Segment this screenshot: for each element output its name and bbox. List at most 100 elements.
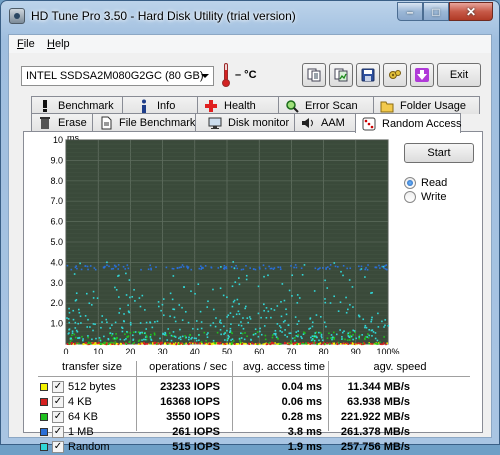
scatter-point bbox=[240, 268, 243, 271]
tab-random-access[interactable]: Random Access bbox=[355, 113, 461, 133]
scatter-point bbox=[211, 342, 213, 345]
series-checkbox[interactable]: ✓ bbox=[52, 381, 64, 393]
scatter-point bbox=[114, 286, 116, 289]
scatter-point bbox=[121, 327, 124, 329]
scatter-point bbox=[313, 339, 316, 342]
save-button[interactable] bbox=[356, 63, 380, 87]
series-checkbox[interactable]: ✓ bbox=[52, 411, 64, 423]
start-button[interactable]: Start bbox=[404, 143, 474, 163]
menu-file[interactable]: File bbox=[17, 38, 35, 50]
tab-benchmark[interactable]: Benchmark bbox=[31, 96, 123, 114]
series-checkbox[interactable]: ✓ bbox=[52, 396, 64, 408]
scatter-point bbox=[147, 268, 150, 271]
scatter-point bbox=[151, 326, 154, 329]
scatter-point bbox=[127, 267, 130, 270]
scatter-point bbox=[309, 327, 312, 330]
series-checkbox[interactable]: ✓ bbox=[52, 426, 64, 438]
copy-image-button[interactable] bbox=[329, 63, 353, 87]
access-time-cell: 1.9 ms bbox=[287, 441, 322, 453]
scatter-point bbox=[336, 343, 338, 345]
download-button[interactable] bbox=[410, 63, 434, 87]
minimize-button[interactable]: – bbox=[397, 2, 423, 21]
exit-button[interactable]: Exit bbox=[437, 63, 481, 87]
scatter-point bbox=[371, 335, 373, 337]
scatter-point bbox=[320, 333, 323, 336]
scatter-point bbox=[356, 342, 358, 345]
scatter-point bbox=[207, 332, 209, 334]
scatter-point bbox=[201, 266, 203, 269]
scatter-point bbox=[245, 274, 248, 277]
options-button[interactable] bbox=[383, 63, 407, 87]
scatter-point bbox=[215, 317, 217, 319]
x-tick-label: 30 bbox=[158, 347, 168, 354]
tab-disk-monitor[interactable]: Disk monitor bbox=[195, 113, 295, 131]
scatter-point bbox=[118, 312, 121, 314]
scatter-point bbox=[171, 342, 174, 345]
scatter-point bbox=[69, 340, 72, 343]
read-radio[interactable] bbox=[404, 177, 416, 189]
scatter-point bbox=[350, 342, 352, 345]
scatter-point bbox=[233, 267, 236, 270]
scatter-point bbox=[124, 268, 127, 270]
scatter-point bbox=[181, 335, 184, 338]
scatter-point bbox=[370, 343, 372, 345]
read-option[interactable]: Read bbox=[404, 177, 447, 189]
thermometer-icon bbox=[222, 63, 230, 87]
scatter-point bbox=[273, 309, 276, 311]
scatter-point bbox=[82, 339, 84, 342]
menu-help[interactable]: Help bbox=[47, 38, 70, 50]
scatter-point bbox=[110, 341, 112, 344]
scatter-point bbox=[134, 331, 137, 333]
scatter-point bbox=[112, 267, 115, 270]
scatter-point bbox=[265, 307, 268, 309]
scatter-point bbox=[281, 283, 284, 285]
scatter-point bbox=[348, 339, 351, 341]
scatter-point bbox=[217, 267, 220, 269]
scatter-point bbox=[339, 329, 341, 331]
folder-icon bbox=[380, 101, 394, 112]
scatter-point bbox=[223, 265, 226, 267]
scatter-point bbox=[214, 325, 217, 328]
scatter-point bbox=[350, 335, 353, 338]
tab-health[interactable]: Health bbox=[197, 96, 279, 114]
tab-folder-usage[interactable]: Folder Usage bbox=[373, 96, 480, 114]
scatter-point bbox=[76, 267, 78, 270]
drive-select[interactable]: INTEL SSDSA2M080G2GC (80 GB) bbox=[21, 66, 214, 86]
tab-error-scan[interactable]: Error Scan bbox=[278, 96, 374, 114]
scatter-point bbox=[190, 268, 193, 271]
trash-icon bbox=[40, 116, 50, 129]
copy-text-button[interactable] bbox=[302, 63, 326, 87]
scatter-point bbox=[91, 338, 93, 341]
scatter-point bbox=[194, 292, 196, 295]
tab-file-benchmark[interactable]: File Benchmark bbox=[92, 113, 196, 131]
write-option[interactable]: Write bbox=[404, 191, 446, 203]
scatter-point bbox=[124, 333, 126, 335]
scatter-point bbox=[212, 322, 215, 324]
title-bar[interactable]: HD Tune Pro 3.50 - Hard Disk Utility (tr… bbox=[1, 1, 499, 31]
tab-info[interactable]: Info bbox=[122, 96, 198, 114]
scatter-point bbox=[297, 330, 300, 332]
header-operations: operations / sec bbox=[149, 361, 227, 373]
write-radio[interactable] bbox=[404, 191, 416, 203]
maximize-button[interactable]: □ bbox=[423, 2, 449, 21]
scatter-point bbox=[107, 338, 110, 341]
tab-aam[interactable]: AAM bbox=[294, 113, 356, 131]
scatter-point bbox=[141, 331, 143, 334]
scatter-point bbox=[80, 322, 82, 324]
scatter-point bbox=[106, 321, 108, 324]
scatter-point bbox=[183, 286, 185, 288]
scatter-point bbox=[246, 317, 249, 319]
scatter-point bbox=[300, 335, 302, 338]
series-checkbox[interactable]: ✓ bbox=[52, 441, 64, 453]
scatter-point bbox=[125, 272, 127, 275]
tab-erase[interactable]: Erase bbox=[31, 113, 93, 131]
close-button[interactable]: ✕ bbox=[449, 2, 493, 21]
scatter-point bbox=[118, 296, 120, 298]
scatter-point bbox=[200, 268, 203, 270]
scatter-point bbox=[128, 341, 130, 344]
scatter-point bbox=[111, 324, 113, 326]
y-tick-label: 9.0 bbox=[50, 155, 63, 165]
scatter-point bbox=[278, 325, 281, 327]
scatter-point bbox=[285, 313, 288, 316]
scatter-point bbox=[159, 337, 161, 340]
